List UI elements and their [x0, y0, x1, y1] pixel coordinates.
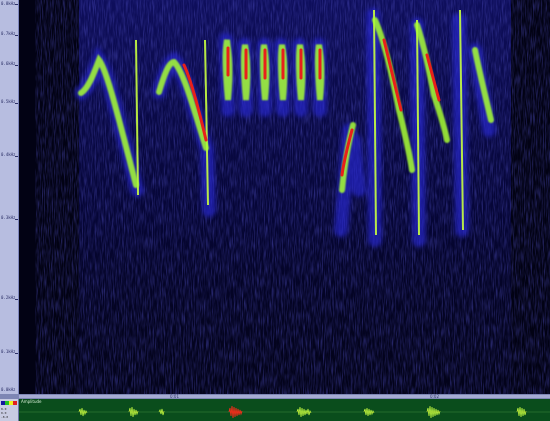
waveform-svg [19, 405, 550, 419]
freq-tick-label: 0.8kHz [1, 1, 16, 6]
frequency-axis: 0.8kHz 0.7kHz 0.6kHz 0.5kHz 0.4kHz 0.3kH… [0, 0, 19, 394]
freq-tick-label: 0.7kHz [1, 31, 16, 36]
waveform-scale-panel: 8.0 0.0 -8.0 [0, 399, 19, 421]
scale-label: -8.0 [1, 415, 9, 419]
spectrogram-window: 0.8kHz 0.7kHz 0.6kHz 0.5kHz 0.4kHz 0.3kH… [0, 0, 550, 421]
spectrogram-canvas[interactable] [19, 0, 550, 394]
freq-tick-label: 0.5kHz [1, 99, 16, 104]
spectrogram-svg [19, 0, 550, 394]
waveform-view[interactable]: Amplitude [19, 399, 550, 421]
waveform-selected-burst [228, 405, 243, 419]
color-swatch [13, 401, 17, 405]
freq-tick [15, 353, 18, 354]
freq-tick [15, 35, 18, 36]
freq-tick-label: 0.6kHz [1, 61, 16, 66]
color-scale-key [1, 401, 17, 405]
freq-tick-label: 0.4kHz [1, 152, 16, 157]
freq-tick [15, 156, 18, 157]
waveform-title: Amplitude [21, 399, 42, 404]
silence-band [19, 0, 79, 394]
freq-tick-label: 0.0kHz [1, 387, 16, 392]
silence-band [511, 0, 550, 394]
freq-tick [15, 4, 18, 5]
freq-tick [15, 103, 18, 104]
freq-tick [15, 219, 18, 220]
freq-tick [15, 299, 18, 300]
freq-tick [15, 65, 18, 66]
scrollbar-thumb[interactable] [19, 395, 550, 398]
freq-tick-label: 0.1kHz [1, 349, 16, 354]
freq-tick-label: 0.3kHz [1, 215, 16, 220]
freq-tick-label: 0.2kHz [1, 295, 16, 300]
